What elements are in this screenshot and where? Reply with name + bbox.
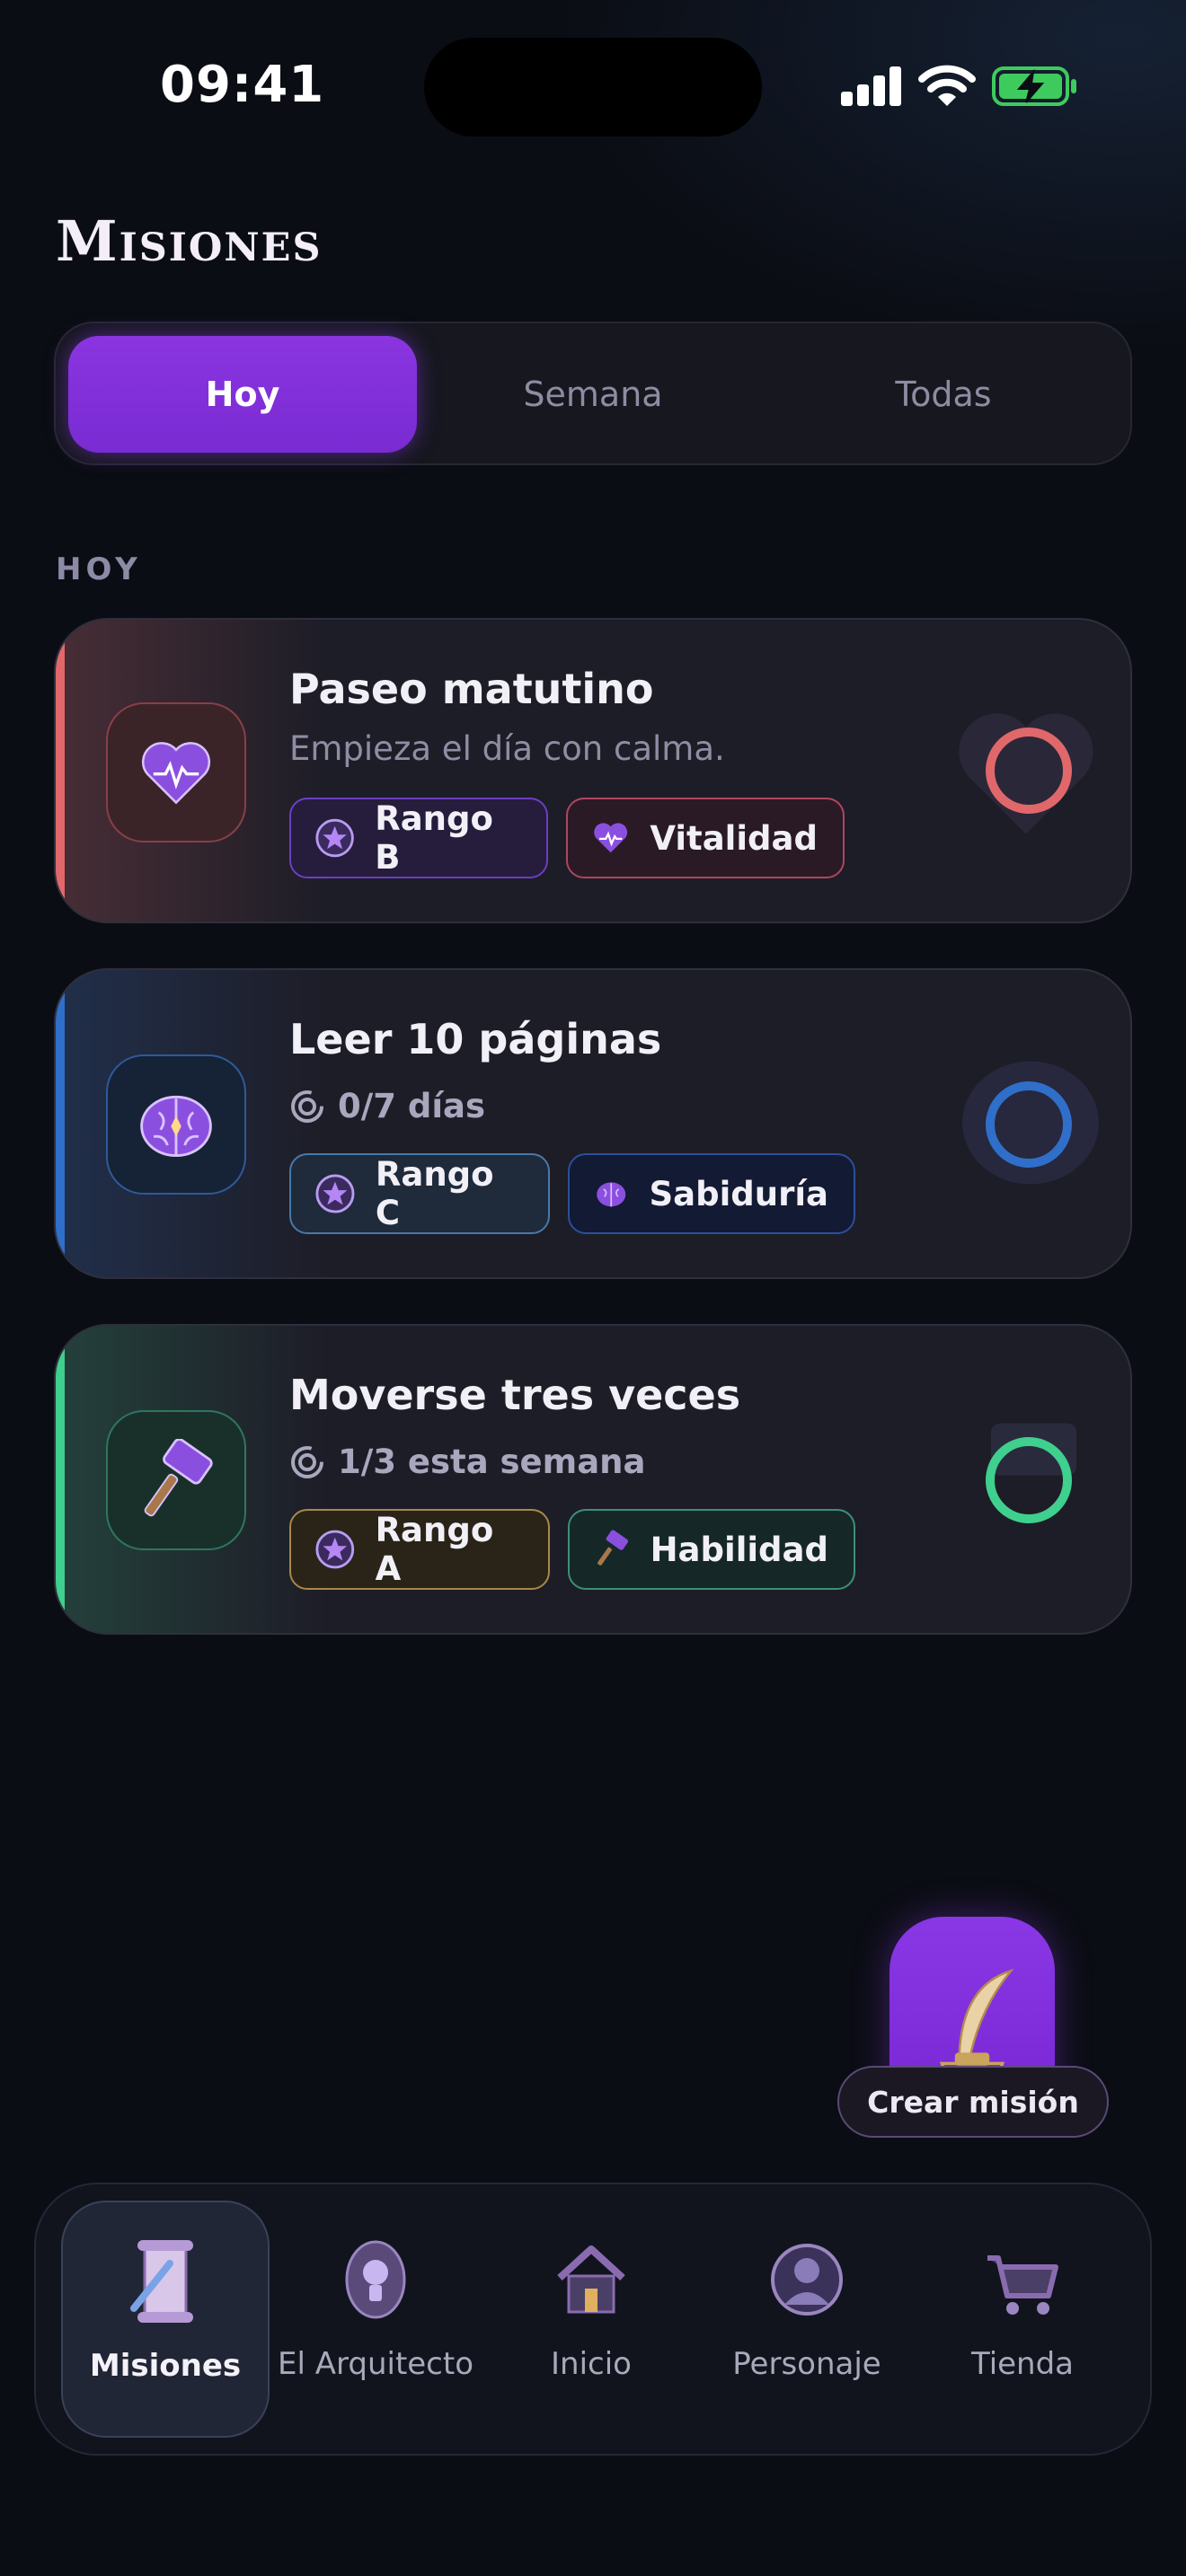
attribute-label: Sabiduría [649,1174,828,1213]
progress-label: 1/3 esta semana [338,1442,646,1481]
section-label: HOY [56,551,142,587]
nav-label: Personaje [732,2346,881,2382]
page-title: Misiones [56,208,323,274]
character-icon [771,2244,843,2316]
nav-item-tienda[interactable]: Tienda [918,2201,1127,2438]
quest-card[interactable]: Moverse tres veces 1/3 esta semana Rango… [54,1324,1132,1635]
rank-chip: Rango B [289,798,548,878]
complete-toggle[interactable] [986,1081,1072,1168]
signal-icon [841,66,902,106]
bottom-nav: Misiones El Arquitecto Inicio Personaje [34,2183,1152,2456]
star-icon [315,1530,355,1569]
wifi-icon [918,65,976,106]
attribute-label: Habilidad [650,1530,828,1569]
quest-title: Paseo matutino [289,665,654,713]
period-tabs: Hoy Semana Todas [54,322,1132,465]
nav-label: Inicio [551,2346,632,2382]
tab-semana[interactable]: Semana [419,336,767,453]
battery-icon [992,66,1076,106]
dynamic-island [424,38,762,137]
attribute-chip: Habilidad [568,1509,855,1590]
quest-title: Moverse tres veces [289,1371,741,1419]
rank-label: Rango A [375,1511,494,1588]
nav-item-misiones[interactable]: Misiones [61,2201,270,2438]
nav-item-personaje[interactable]: Personaje [703,2201,911,2438]
complete-toggle[interactable] [986,728,1072,814]
nav-label: Misiones [89,2348,242,2384]
rank-label: Rango B [375,799,493,877]
nav-label: Tienda [970,2346,1075,2382]
quest-title: Leer 10 páginas [289,1015,662,1063]
quest-subtitle: Empieza el día con calma. [289,729,725,768]
home-icon [557,2245,625,2314]
brain-icon [140,1095,212,1157]
quest-progress: 0/7 días [289,1087,485,1125]
brain-icon [597,1182,626,1207]
attribute-chip: Vitalidad [566,798,845,878]
quest-icon-tile [106,702,246,842]
hammer-icon [144,1439,213,1517]
cart-icon [987,2255,1058,2315]
create-quest-label[interactable]: Crear misión [837,2066,1109,2138]
scroll-icon [130,2240,193,2323]
tab-todas[interactable]: Todas [769,336,1118,453]
heart-icon [594,823,628,853]
rank-chip: Rango A [289,1509,550,1590]
attribute-chip: Sabiduría [568,1153,855,1234]
architect-icon [345,2240,406,2319]
quest-icon-tile [106,1410,246,1550]
hammer-icon [597,1530,629,1566]
progress-icon [291,1445,323,1478]
attribute-label: Vitalidad [650,818,818,858]
progress-icon [291,1090,323,1123]
rank-label: Rango C [375,1155,494,1232]
nav-label: El Arquitecto [277,2346,474,2382]
rank-chip: Rango C [289,1153,550,1234]
heart-icon [141,742,211,805]
nav-item-arquitecto[interactable]: El Arquitecto [271,2201,480,2438]
complete-toggle[interactable] [986,1437,1072,1523]
quest-card[interactable]: Paseo matutino Empieza el día con calma.… [54,618,1132,923]
quest-card[interactable]: Leer 10 páginas 0/7 días Rango C Sabidur… [54,968,1132,1279]
quest-icon-tile [106,1054,246,1195]
tab-hoy[interactable]: Hoy [68,336,417,453]
nav-item-inicio[interactable]: Inicio [487,2201,695,2438]
star-icon [315,1174,355,1213]
status-time: 09:41 [160,56,325,114]
quest-progress: 1/3 esta semana [289,1442,646,1481]
star-icon [315,818,354,858]
progress-label: 0/7 días [338,1087,486,1125]
